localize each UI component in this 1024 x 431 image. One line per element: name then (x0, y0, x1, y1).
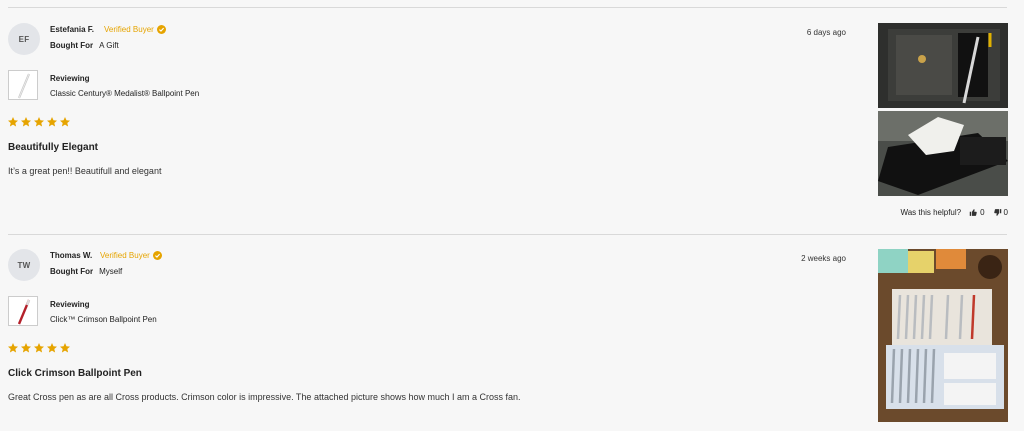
vote-up-button[interactable]: 0 (969, 208, 985, 217)
star-rating (7, 116, 71, 128)
review-photo[interactable] (878, 23, 1008, 108)
bought-for-label: Bought For (50, 41, 94, 50)
helpful-votes: Was this helpful? 0 0 (900, 208, 1008, 217)
star-rating (7, 342, 71, 354)
bought-for: Bought For Myself (50, 267, 122, 276)
bought-for: Bought For A Gift (50, 41, 119, 50)
check-badge-icon (156, 25, 166, 34)
review-card: EF Estefania F. Verified Buyer Bought Fo… (0, 8, 1024, 234)
bought-for-label: Bought For (50, 267, 94, 276)
star-icon (34, 117, 44, 127)
star-icon (47, 117, 57, 127)
verified-buyer-badge: Verified Buyer (104, 25, 166, 34)
bought-for-value: A Gift (99, 41, 119, 50)
author-name: Thomas W. (50, 251, 93, 260)
down-vote-count: 0 (1003, 208, 1008, 217)
review-date: 2 weeks ago (801, 254, 846, 263)
star-icon (8, 117, 18, 127)
review-body: It’s a great pen!! Beautifull and elegan… (8, 166, 162, 176)
star-icon (21, 343, 31, 353)
product-name[interactable]: Classic Century® Medalist® Ballpoint Pen (50, 89, 199, 98)
review-photo[interactable] (878, 249, 1008, 422)
bought-for-value: Myself (99, 267, 123, 276)
check-badge-icon (152, 251, 162, 260)
reviewing-label: Reviewing (50, 74, 90, 83)
avatar: EF (8, 23, 40, 55)
helpful-label: Was this helpful? (900, 208, 962, 217)
review-title: Beautifully Elegant (8, 142, 99, 153)
product-name[interactable]: Click™ Crimson Ballpoint Pen (50, 315, 157, 324)
review-date: 6 days ago (806, 28, 846, 37)
reviewing-label: Reviewing (50, 300, 90, 309)
verified-buyer-badge: Verified Buyer (100, 251, 162, 260)
thumbs-down-icon (993, 209, 1001, 216)
review-body: Great Cross pen as are all Cross product… (8, 392, 521, 402)
pen-collection-photo (878, 249, 1008, 422)
author-name: Estefania F. (50, 25, 95, 34)
star-icon (34, 343, 44, 353)
up-vote-count: 0 (980, 208, 985, 217)
gift-box-photo (878, 111, 1008, 196)
verified-buyer-label: Verified Buyer (104, 25, 154, 34)
review-divider (8, 234, 1007, 235)
star-icon (8, 343, 18, 353)
verified-buyer-label: Verified Buyer (100, 251, 150, 260)
review-card: TW Thomas W. Verified Buyer Bought For M… (0, 234, 1024, 431)
product-thumbnail[interactable] (8, 70, 38, 100)
star-icon (47, 343, 57, 353)
star-icon (60, 117, 70, 127)
product-thumbnail[interactable] (8, 296, 38, 326)
review-title: Click Crimson Ballpoint Pen (8, 368, 142, 379)
pen-thumbnail-image (17, 299, 31, 325)
star-icon (60, 343, 70, 353)
review-photo[interactable] (878, 111, 1008, 196)
avatar: TW (8, 249, 40, 281)
vote-down-button[interactable]: 0 (993, 208, 1008, 217)
thumbs-up-icon (969, 209, 977, 216)
pen-box-photo (878, 23, 1008, 108)
star-icon (21, 117, 31, 127)
pen-thumbnail-image (17, 73, 31, 99)
